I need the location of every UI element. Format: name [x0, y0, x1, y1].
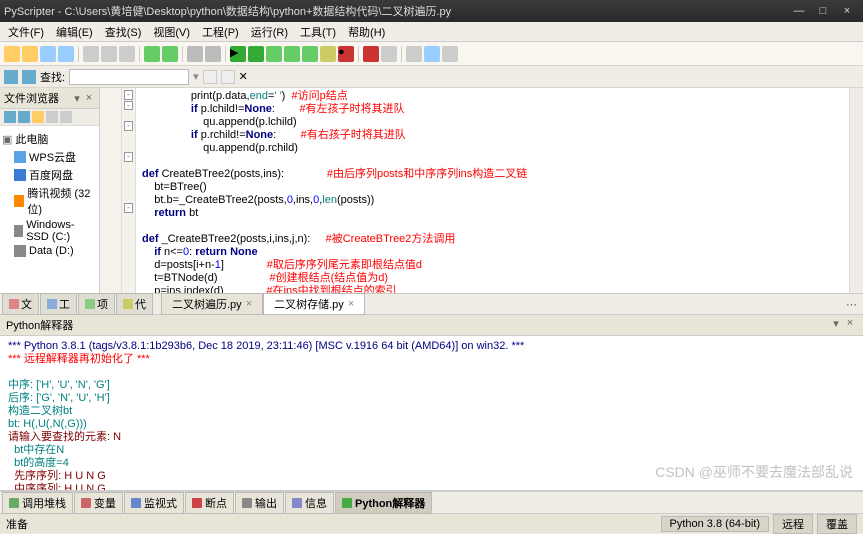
menu-item[interactable]: 运行(R): [247, 22, 292, 42]
nav-back-icon[interactable]: [4, 70, 18, 84]
paste-icon[interactable]: [119, 46, 135, 62]
tree-item[interactable]: WPS云盘: [2, 148, 97, 166]
titlebar: PyScripter - C:\Users\黄培健\Desktop\python…: [0, 0, 863, 22]
status-remote[interactable]: 远程: [773, 514, 813, 534]
status-ovr: 覆盖: [817, 514, 857, 534]
filter-icon[interactable]: [60, 111, 72, 123]
status-ready: 准备: [6, 516, 657, 532]
tree-root[interactable]: ▣此电脑: [2, 130, 97, 148]
statusbar: 准备 Python 3.8 (64-bit) 远程 覆盖: [0, 513, 863, 533]
break-icon[interactable]: [363, 46, 379, 62]
tab-close-icon[interactable]: ×: [246, 298, 252, 310]
find-label: 查找:: [40, 69, 65, 85]
print-icon[interactable]: [187, 46, 203, 62]
file-tab[interactable]: 二叉树遍历.py×: [161, 293, 263, 315]
refresh-icon[interactable]: [46, 111, 58, 123]
menubar: 文件(F)编辑(E)查找(S)视图(V)工程(P)运行(R)工具(T)帮助(H): [0, 22, 863, 42]
preview-icon[interactable]: [205, 46, 221, 62]
window-title: PyScripter - C:\Users\黄培健\Desktop\python…: [4, 3, 787, 19]
tree-item[interactable]: Windows-SSD (C:): [2, 218, 97, 244]
sidebar-toolbar: [0, 109, 99, 126]
toolbar-main: ▶ ●: [0, 42, 863, 66]
menu-item[interactable]: 工具(T): [296, 22, 340, 42]
tool2-icon[interactable]: [424, 46, 440, 62]
tabstrip: 文工项代 二叉树遍历.py×二叉树存储.py× ⋯: [0, 293, 863, 315]
scrollbar-v[interactable]: [849, 88, 863, 293]
bottom-tab[interactable]: Python解释器: [335, 492, 432, 514]
line-gutter: [100, 88, 122, 293]
nav-icon[interactable]: [4, 111, 16, 123]
bottom-tab[interactable]: 监视式: [124, 492, 184, 514]
saveall-icon[interactable]: [58, 46, 74, 62]
menu-item[interactable]: 编辑(E): [52, 22, 97, 42]
side-tab[interactable]: 代: [116, 293, 153, 315]
side-tab[interactable]: 文: [2, 293, 39, 315]
status-engine[interactable]: Python 3.8 (64-bit): [661, 516, 770, 532]
fold-gutter[interactable]: -----: [122, 88, 136, 293]
tree-item[interactable]: 百度网盘: [2, 166, 97, 184]
menu-item[interactable]: 工程(P): [198, 22, 243, 42]
run-icon[interactable]: ▶: [230, 46, 246, 62]
console-close-icon[interactable]: ×: [843, 317, 857, 333]
console[interactable]: *** Python 3.8.1 (tags/v3.8.1:1b293b6, D…: [0, 336, 863, 491]
bottom-tabs: 调用堆栈变量监视式断点输出信息Python解释器: [0, 491, 863, 513]
code-area[interactable]: print(p.data,end=' ') #访问p结点 if p.lchild…: [136, 88, 849, 293]
pause-icon[interactable]: [320, 46, 336, 62]
save-icon[interactable]: [40, 46, 56, 62]
side-tab[interactable]: 工: [40, 293, 77, 315]
find-dropdown-icon[interactable]: ▾: [193, 70, 199, 83]
bottom-tab[interactable]: 输出: [235, 492, 284, 514]
find-opt-icon[interactable]: ✕: [239, 70, 253, 84]
stepover-icon[interactable]: [266, 46, 282, 62]
sidebar-title: 文件浏览器 ▾ ×: [0, 88, 99, 109]
tool3-icon[interactable]: [442, 46, 458, 62]
stepin-icon[interactable]: [284, 46, 300, 62]
side-tab[interactable]: 项: [78, 293, 115, 315]
editor: ----- print(p.data,end=' ') #访问p结点 if p.…: [100, 88, 863, 293]
tab-list-icon[interactable]: ⋯: [840, 296, 863, 313]
bottom-tab[interactable]: 断点: [185, 492, 234, 514]
debug-icon[interactable]: [248, 46, 264, 62]
nav2-icon[interactable]: [18, 111, 30, 123]
bottom-tab[interactable]: 变量: [74, 492, 123, 514]
menu-item[interactable]: 帮助(H): [344, 22, 389, 42]
new-icon[interactable]: [4, 46, 20, 62]
pane-close-icon[interactable]: ×: [83, 92, 95, 104]
pin-icon[interactable]: ▾: [71, 92, 83, 105]
file-tab[interactable]: 二叉树存储.py×: [263, 293, 365, 315]
tree-item[interactable]: Data (D:): [2, 244, 97, 258]
find-next-icon[interactable]: [203, 70, 217, 84]
toolbar-find: 查找: ▾ ✕: [0, 66, 863, 88]
bottom-tab[interactable]: 信息: [285, 492, 334, 514]
maximize-button[interactable]: □: [811, 5, 835, 17]
close-button[interactable]: ×: [835, 5, 859, 17]
minimize-button[interactable]: —: [787, 5, 811, 17]
nav-fwd-icon[interactable]: [22, 70, 36, 84]
open-icon[interactable]: [22, 46, 38, 62]
menu-item[interactable]: 文件(F): [4, 22, 48, 42]
find-prev-icon[interactable]: [221, 70, 235, 84]
find-input[interactable]: [69, 69, 189, 85]
bottom-tab[interactable]: 调用堆栈: [2, 492, 73, 514]
folder-icon[interactable]: [32, 111, 44, 123]
menu-item[interactable]: 查找(S): [101, 22, 146, 42]
console-title: Python解释器 ▾ ×: [0, 315, 863, 336]
sidebar: 文件浏览器 ▾ × ▣此电脑 WPS云盘百度网盘腾讯视频 (32 位)Windo…: [0, 88, 100, 293]
stop-icon[interactable]: ●: [338, 46, 354, 62]
tool1-icon[interactable]: [406, 46, 422, 62]
console-pin-icon[interactable]: ▾: [829, 317, 843, 333]
tab-close-icon[interactable]: ×: [348, 298, 354, 310]
clear-icon[interactable]: [381, 46, 397, 62]
redo-icon[interactable]: [162, 46, 178, 62]
undo-icon[interactable]: [144, 46, 160, 62]
cut-icon[interactable]: [83, 46, 99, 62]
tree-item[interactable]: 腾讯视频 (32 位): [2, 184, 97, 218]
menu-item[interactable]: 视图(V): [149, 22, 194, 42]
copy-icon[interactable]: [101, 46, 117, 62]
file-tree[interactable]: ▣此电脑 WPS云盘百度网盘腾讯视频 (32 位)Windows-SSD (C:…: [0, 126, 99, 293]
stepout-icon[interactable]: [302, 46, 318, 62]
